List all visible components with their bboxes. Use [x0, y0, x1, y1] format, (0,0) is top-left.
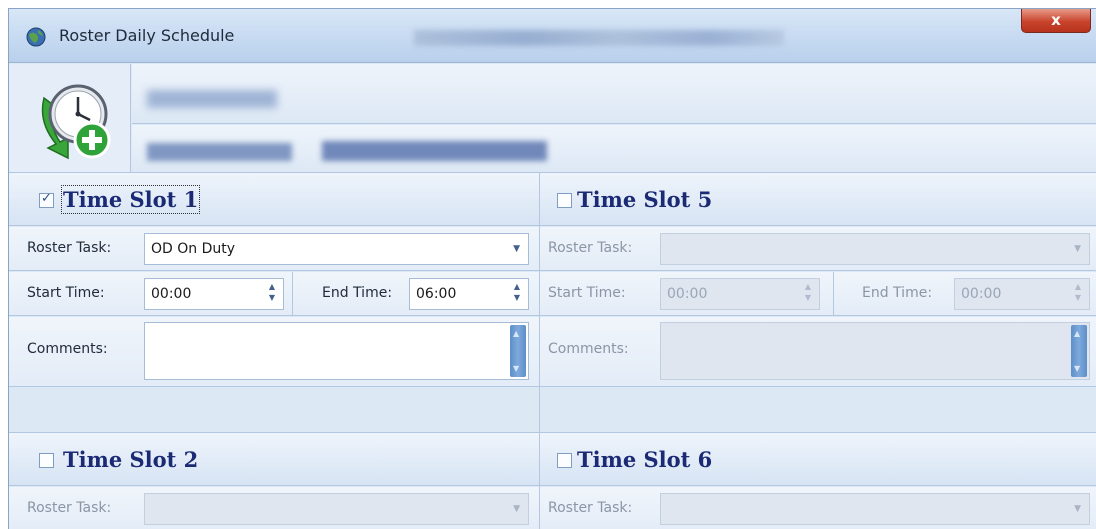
time-slot-1-header: Time Slot 1	[9, 172, 539, 226]
end-time-label: End Time:	[862, 285, 933, 301]
roster-daily-schedule-window: Roster Daily Schedule x ✓ Time Slot 1 Ro…	[8, 8, 1096, 529]
roster-task-row: Roster Task: ▼	[540, 227, 1096, 271]
roster-task-label: Roster Task:	[27, 240, 112, 256]
spin-updown-icon[interactable]: ▲ ▼	[265, 281, 279, 307]
time-slot-1-checkbox[interactable]	[39, 191, 54, 208]
chevron-down-icon[interactable]: ▼	[1074, 494, 1081, 524]
time-slot-5-panel: Time Slot 5 Roster Task: ▼ Start Time: 0…	[540, 172, 1096, 427]
divider	[292, 272, 293, 316]
roster-task-select[interactable]: ▼	[144, 493, 529, 525]
comments-label: Comments:	[548, 341, 629, 357]
start-time-label: Start Time:	[27, 285, 105, 301]
redacted-field	[147, 90, 277, 108]
comments-textarea[interactable]	[144, 322, 529, 380]
time-slot-2-panel: Time Slot 2 Roster Task: ▼	[9, 432, 539, 529]
roster-task-value: OD On Duty	[151, 241, 236, 257]
time-slot-5-header: Time Slot 5	[540, 172, 1096, 226]
comments-textarea[interactable]	[660, 322, 1090, 380]
chevron-down-icon[interactable]: ▼	[513, 494, 520, 524]
chevron-down-icon[interactable]: ▼	[1074, 234, 1081, 264]
end-time-label: End Time:	[322, 285, 393, 301]
title-bar[interactable]: Roster Daily Schedule	[9, 9, 1096, 63]
roster-task-select[interactable]: ▼	[660, 233, 1090, 265]
chevron-down-icon[interactable]: ▼	[513, 234, 520, 264]
roster-task-select[interactable]: ▼	[660, 493, 1090, 525]
roster-task-row: Roster Task: OD On Duty ▼	[9, 227, 539, 271]
start-time-label: Start Time:	[548, 285, 626, 301]
roster-task-label: Roster Task:	[548, 500, 633, 516]
comments-row: Comments:	[9, 317, 539, 387]
clock-add-icon	[41, 84, 111, 160]
time-slot-5-title[interactable]: Time Slot 5	[577, 187, 712, 212]
header-icon-cell	[9, 64, 131, 172]
spin-updown-icon[interactable]: ▲ ▼	[1071, 281, 1085, 307]
time-slot-6-checkbox[interactable]	[557, 453, 572, 468]
time-row: Start Time: 00:00 ▲ ▼ End Time: 00:00 ▲ ▼	[540, 272, 1096, 316]
time-slot-1-title[interactable]: Time Slot 1	[60, 185, 201, 214]
header-panel	[9, 64, 1096, 172]
end-time-input[interactable]: 00:00 ▲ ▼	[954, 278, 1090, 310]
time-slot-6-header: Time Slot 6	[540, 432, 1096, 486]
comments-label: Comments:	[27, 341, 108, 357]
redacted-title-info	[414, 30, 784, 46]
comments-scrollbar[interactable]	[510, 325, 526, 377]
redacted-field	[147, 143, 292, 161]
start-time-input[interactable]: 00:00 ▲ ▼	[144, 278, 284, 310]
start-time-value: 00:00	[151, 286, 192, 302]
window-title: Roster Daily Schedule	[59, 26, 235, 45]
roster-task-row: Roster Task: ▼	[540, 487, 1096, 529]
close-button[interactable]: x	[1021, 9, 1091, 33]
globe-icon	[26, 27, 46, 47]
header-row-details	[132, 125, 1096, 172]
roster-task-label: Roster Task:	[27, 500, 112, 516]
time-slot-2-title[interactable]: Time Slot 2	[63, 447, 198, 472]
redacted-field	[322, 141, 547, 161]
end-time-value: 06:00	[416, 286, 457, 302]
time-slot-1-panel: Time Slot 1 Roster Task: OD On Duty ▼ St…	[9, 172, 539, 427]
comments-scrollbar[interactable]	[1071, 325, 1087, 377]
time-slot-5-checkbox[interactable]	[557, 193, 572, 208]
roster-task-select[interactable]: OD On Duty ▼	[144, 233, 529, 265]
end-time-value: 00:00	[961, 286, 1002, 302]
time-slot-6-panel: Time Slot 6 Roster Task: ▼	[540, 432, 1096, 529]
divider	[833, 272, 834, 316]
time-slot-2-checkbox[interactable]	[39, 453, 54, 468]
start-time-input[interactable]: 00:00 ▲ ▼	[660, 278, 820, 310]
end-time-input[interactable]: 06:00 ▲ ▼	[409, 278, 529, 310]
header-row-name	[132, 64, 1096, 124]
spin-updown-icon[interactable]: ▲ ▼	[510, 281, 524, 307]
start-time-value: 00:00	[667, 286, 708, 302]
comments-row: Comments:	[540, 317, 1096, 387]
time-slot-2-header: Time Slot 2	[9, 432, 539, 486]
time-row: Start Time: 00:00 ▲ ▼ End Time: 06:00 ▲ ▼	[9, 272, 539, 316]
spin-updown-icon[interactable]: ▲ ▼	[801, 281, 815, 307]
roster-task-label: Roster Task:	[548, 240, 633, 256]
roster-task-row: Roster Task: ▼	[9, 487, 539, 529]
time-slot-6-title[interactable]: Time Slot 6	[577, 447, 712, 472]
